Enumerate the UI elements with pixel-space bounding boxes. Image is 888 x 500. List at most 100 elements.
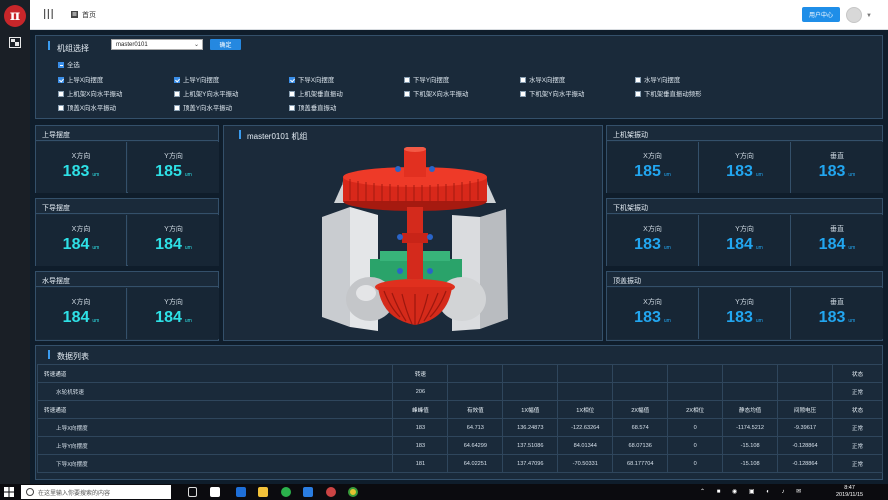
table-cell: 183: [392, 418, 449, 437]
checkbox-unchecked-icon: [404, 90, 410, 97]
checkbox-unchecked-icon: [58, 90, 64, 97]
file-explorer-icon[interactable]: [258, 487, 268, 497]
table-cell: 峰峰值: [392, 400, 449, 419]
home-tab[interactable]: 首页: [82, 10, 96, 20]
metric-value: 184 um: [36, 309, 126, 327]
user-center-button[interactable]: 用户中心: [802, 7, 840, 22]
metric-value: 184 um: [791, 236, 883, 254]
metric-value: 184 um: [699, 236, 790, 254]
task-view-icon[interactable]: [188, 487, 197, 497]
table-cell: 状态: [832, 364, 883, 383]
sensor-checkbox[interactable]: 水导X向摆度: [520, 75, 565, 84]
table-cell: 64.64299: [447, 436, 504, 455]
app-icon[interactable]: [281, 487, 291, 497]
checkbox-unchecked-icon: [174, 104, 180, 111]
taskbar-search-input[interactable]: 在这里输入你要搜索的内容: [21, 485, 171, 499]
confirm-button[interactable]: 确定: [210, 39, 241, 50]
avatar[interactable]: [846, 7, 862, 23]
table-cell: 136.24873: [502, 418, 559, 437]
system-tray-icons[interactable]: ⌃ ■ ◉ ▣ ◐ ♪ ✉: [700, 488, 806, 495]
table-cell: [502, 364, 559, 383]
app-icon[interactable]: [326, 487, 336, 497]
table-cell: 转速: [392, 364, 449, 383]
sensor-checkbox[interactable]: 顶盖X向水平振动: [58, 103, 116, 112]
unit-selection-title: 机组选择: [57, 44, 89, 53]
table-cell: 1X相位: [557, 400, 614, 419]
checkbox-checked-icon: [58, 76, 64, 83]
menu-toggle-icon[interactable]: [44, 9, 53, 19]
table-cell: 上导X向摆度: [36, 418, 394, 437]
table-cell: 正常: [832, 418, 883, 437]
sensor-checkbox-label: 上机架垂直振动: [298, 91, 343, 98]
clock-date: 2019/11/15: [836, 492, 864, 498]
panel-header: 下机架振动: [607, 199, 882, 214]
sensor-checkbox[interactable]: 下导Y向摆度: [404, 75, 449, 84]
metric-unit: um: [184, 172, 192, 178]
table-cell: -122.63264: [557, 418, 614, 437]
lower-frame-vibration-panel: 下机架振动 X方向 183 um Y方向 184 um 垂直 184 um: [606, 198, 883, 266]
metric-label: X方向: [643, 226, 662, 233]
metric-cell: Y方向 185 um: [128, 142, 219, 193]
sensor-checkbox-label: 顶盖X向水平振动: [67, 105, 116, 112]
metric-cell: X方向 185 um: [607, 142, 699, 193]
metric-number: 185: [634, 163, 661, 180]
windows-taskbar: 在这里输入你要搜索的内容 ⌃ ■ ◉ ▣ ◐ ♪ ✉ 8:47 2019/11/…: [0, 484, 888, 500]
data-list-title: 数据列表: [57, 352, 89, 361]
metric-label: X方向: [71, 299, 91, 306]
chrome-browser-icon[interactable]: [348, 487, 358, 497]
select-all-checkbox[interactable]: 全选: [58, 60, 80, 69]
upper-frame-vibration-panel: 上机架振动 X方向 185 um Y方向 183 um 垂直 183 um: [606, 125, 883, 193]
table-cell: 137.47096: [502, 454, 559, 473]
table-cell: [612, 382, 669, 401]
chevron-down-icon: ⌄: [193, 42, 199, 48]
panel-header: 顶盖振动: [607, 272, 882, 287]
sensor-checkbox[interactable]: 顶盖垂直振动: [289, 103, 336, 112]
title-accent-bar: [239, 130, 241, 139]
table-cell: 137.51086: [502, 436, 559, 455]
sensor-checkbox[interactable]: 下机架垂直振动频形: [635, 89, 702, 98]
sensor-checkbox[interactable]: 下机架Y向水平振动: [520, 89, 584, 98]
chevron-down-icon[interactable]: ▼: [866, 13, 872, 19]
sensor-checkbox[interactable]: 上机架Y向水平振动: [174, 89, 238, 98]
sensor-checkbox-label: 上机架X向水平振动: [67, 91, 123, 98]
table-cell: 181: [392, 454, 449, 473]
head-cover-vibration-panel: 顶盖振动 X方向 183 um Y方向 183 um 垂直 183 um: [606, 271, 883, 341]
store-icon[interactable]: [303, 487, 313, 497]
sensor-checkbox[interactable]: 上机架X向水平振动: [58, 89, 122, 98]
taskbar-clock[interactable]: 8:47 2019/11/15: [836, 485, 863, 499]
panel-header: 上机架振动: [607, 126, 882, 141]
metric-cell: X方向 183 um: [607, 288, 699, 339]
metric-number: 184: [155, 236, 182, 253]
checkbox-unchecked-icon: [520, 90, 526, 97]
metric-number: 185: [155, 163, 182, 180]
sensor-checkbox[interactable]: 上导X向摆度: [58, 75, 103, 84]
sensor-checkbox-label: 顶盖Y向水平振动: [183, 105, 232, 112]
sensor-checkbox[interactable]: 顶盖Y向水平振动: [174, 103, 232, 112]
turbine-generator-3d-model[interactable]: [320, 147, 510, 332]
panel-header: 下导摆度: [36, 199, 218, 214]
edge-browser-icon[interactable]: [236, 487, 246, 497]
windows-start-icon[interactable]: [4, 487, 14, 497]
sensor-checkbox[interactable]: 下导X向摆度: [289, 75, 334, 84]
sensor-checkbox[interactable]: 下机架X向水平振动: [404, 89, 468, 98]
checkbox-unchecked-icon: [520, 76, 526, 83]
people-icon[interactable]: [210, 487, 220, 497]
table-cell: 0: [667, 436, 724, 455]
sensor-checkbox[interactable]: 水导Y向摆度: [635, 75, 680, 84]
metric-number: 184: [62, 236, 90, 253]
metric-cell: Y方向 184 um: [128, 288, 219, 339]
metric-unit: um: [848, 318, 856, 324]
table-cell: 下导X向摆度: [36, 454, 394, 473]
sensor-checkbox-label: 下机架Y向水平振动: [529, 91, 585, 98]
title-accent-bar: [48, 41, 50, 50]
metric-label: X方向: [643, 153, 662, 160]
panel-title: 上导摆度: [42, 132, 70, 139]
metric-label: Y方向: [735, 299, 754, 306]
table-cell: [557, 382, 614, 401]
table-cell: [447, 382, 504, 401]
sensor-checkbox[interactable]: 上机架垂直振动: [289, 89, 343, 98]
dashboard-icon[interactable]: [9, 37, 21, 48]
unit-select-dropdown[interactable]: master0101 ⌄: [111, 39, 203, 50]
sensor-checkbox[interactable]: 上导Y向摆度: [174, 75, 219, 84]
metric-label: Y方向: [164, 299, 183, 306]
